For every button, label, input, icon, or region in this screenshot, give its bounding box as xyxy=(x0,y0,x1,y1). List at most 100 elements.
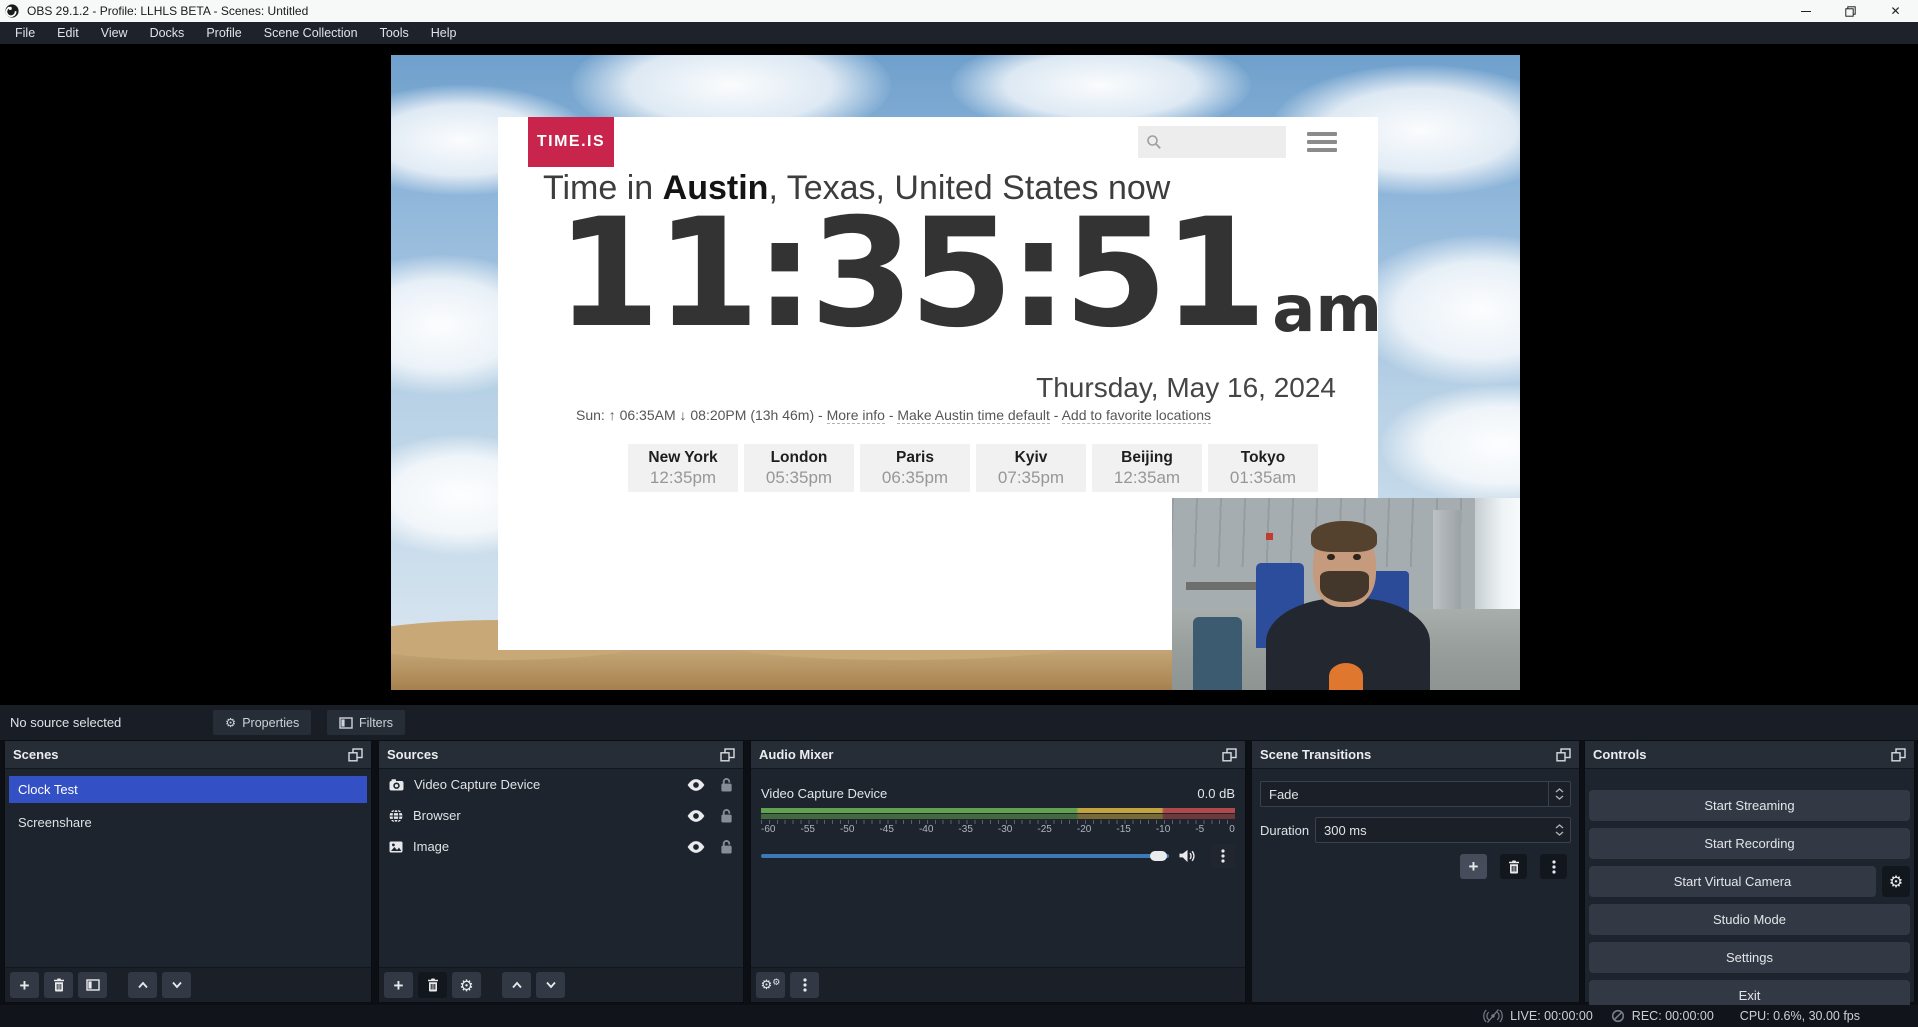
scene-item-screenshare[interactable]: Screenshare xyxy=(5,810,371,834)
obs-window: OBS 29.1.2 - Profile: LLHLS BETA - Scene… xyxy=(0,0,1918,1027)
virtual-camera-config-button[interactable]: ⚙ xyxy=(1882,866,1910,897)
kebab-menu-icon xyxy=(1552,860,1556,874)
tick: -10 xyxy=(1156,824,1170,835)
filters-button[interactable]: Filters xyxy=(327,710,405,735)
transition-select[interactable]: Fade xyxy=(1260,781,1571,807)
volume-slider[interactable] xyxy=(761,854,1169,858)
add-scene-button[interactable]: + xyxy=(10,972,39,998)
current-date: Thursday, May 16, 2024 xyxy=(1036,372,1336,404)
remove-source-button[interactable] xyxy=(418,972,447,998)
popout-icon[interactable] xyxy=(1891,748,1906,762)
settings-button[interactable]: Settings xyxy=(1589,942,1910,973)
world-clock-london[interactable]: London05:35pm xyxy=(744,444,854,492)
advanced-audio-button[interactable]: ⚙⚙ xyxy=(756,972,785,998)
visibility-eye-icon[interactable] xyxy=(686,778,706,792)
visibility-eye-icon[interactable] xyxy=(686,840,706,854)
menu-docks[interactable]: Docks xyxy=(139,22,196,44)
close-button[interactable]: ✕ xyxy=(1873,0,1918,22)
start-streaming-button[interactable]: Start Streaming xyxy=(1589,790,1910,821)
chevron-down-icon xyxy=(171,981,183,989)
mixer-channel-menu-button[interactable] xyxy=(1211,844,1235,868)
tick: -5 xyxy=(1195,824,1204,835)
mixer-channel-name: Video Capture Device xyxy=(761,786,887,801)
timeis-logo[interactable]: TIME.IS xyxy=(528,117,614,167)
restore-icon xyxy=(1845,6,1856,17)
transitions-header: Scene Transitions xyxy=(1252,741,1579,769)
webcam-tables xyxy=(1186,582,1256,590)
source-item-video-capture[interactable]: Video Capture Device xyxy=(379,769,743,800)
remove-scene-button[interactable] xyxy=(44,972,73,998)
menu-scene-collection[interactable]: Scene Collection xyxy=(253,22,369,44)
move-scene-down-button[interactable] xyxy=(162,972,191,998)
tick: -25 xyxy=(1037,824,1051,835)
volume-slider-handle[interactable] xyxy=(1150,851,1167,861)
controls-panel: Controls Start Streaming Start Recording… xyxy=(1584,740,1915,1003)
world-clock-beijing[interactable]: Beijing12:35am xyxy=(1092,444,1202,492)
duration-row: Duration 300 ms xyxy=(1260,817,1571,843)
scene-filters-button[interactable] xyxy=(78,972,107,998)
source-toolbar: No source selected ⚙ Properties Filters xyxy=(0,705,1918,740)
city-time: 01:35am xyxy=(1230,468,1296,488)
audio-mixer-panel: Audio Mixer Video Capture Device 0.0 dB … xyxy=(750,740,1246,1003)
separator: - xyxy=(1050,407,1062,423)
volume-slider-row xyxy=(751,844,1245,868)
remove-transition-button[interactable] xyxy=(1500,854,1527,879)
lock-icon[interactable] xyxy=(720,808,733,823)
world-clock-kyiv[interactable]: Kyiv07:35pm xyxy=(976,444,1086,492)
add-favorite-link[interactable]: Add to favorite locations xyxy=(1062,407,1211,424)
titlebar: OBS 29.1.2 - Profile: LLHLS BETA - Scene… xyxy=(0,0,1918,22)
world-clock-tokyo[interactable]: Tokyo01:35am xyxy=(1208,444,1318,492)
maximize-button[interactable] xyxy=(1828,0,1873,22)
make-default-link[interactable]: Make Austin time default xyxy=(897,407,1050,424)
timeis-search-box[interactable] xyxy=(1138,126,1286,158)
transition-select-arrows[interactable] xyxy=(1548,782,1570,806)
close-icon: ✕ xyxy=(1890,5,1900,17)
menu-edit[interactable]: Edit xyxy=(46,22,90,44)
menu-help[interactable]: Help xyxy=(420,22,468,44)
source-properties-button[interactable]: ⚙ xyxy=(452,972,481,998)
menu-tools[interactable]: Tools xyxy=(369,22,420,44)
more-info-link[interactable]: More info xyxy=(827,407,885,424)
popout-icon[interactable] xyxy=(1222,748,1237,762)
scene-item-clock-test[interactable]: Clock Test xyxy=(9,776,367,803)
minimize-button[interactable] xyxy=(1783,0,1828,22)
menu-profile[interactable]: Profile xyxy=(195,22,252,44)
preview-workspace[interactable]: TIME.IS Time in Austin, Texas, United St… xyxy=(0,44,1918,705)
separator: - xyxy=(885,407,897,423)
mixer-menu-button[interactable] xyxy=(790,972,819,998)
properties-button[interactable]: ⚙ Properties xyxy=(213,710,311,735)
add-source-button[interactable]: + xyxy=(384,972,413,998)
menu-view[interactable]: View xyxy=(90,22,139,44)
rec-timer: REC: 00:00:00 xyxy=(1632,1009,1714,1023)
search-icon xyxy=(1146,134,1162,150)
lock-icon[interactable] xyxy=(720,777,733,792)
world-clock-new-york[interactable]: New York12:35pm xyxy=(628,444,738,492)
popout-icon[interactable] xyxy=(348,748,363,762)
studio-mode-button[interactable]: Studio Mode xyxy=(1589,904,1910,935)
cpu-fps-stats: CPU: 0.6%, 30.00 fps xyxy=(1740,1009,1860,1023)
add-transition-button[interactable]: + xyxy=(1460,854,1487,879)
lock-icon[interactable] xyxy=(720,839,733,854)
popout-icon[interactable] xyxy=(720,748,735,762)
source-item-image[interactable]: Image xyxy=(379,831,743,862)
world-clock-paris[interactable]: Paris06:35pm xyxy=(860,444,970,492)
popout-icon[interactable] xyxy=(1556,748,1571,762)
duration-spin-arrows[interactable] xyxy=(1548,818,1570,842)
start-virtual-camera-button[interactable]: Start Virtual Camera xyxy=(1589,866,1876,897)
move-scene-up-button[interactable] xyxy=(128,972,157,998)
transitions-title: Scene Transitions xyxy=(1260,747,1371,762)
speaker-icon[interactable] xyxy=(1179,849,1197,863)
source-item-browser[interactable]: Browser xyxy=(379,800,743,831)
duration-input[interactable]: 300 ms xyxy=(1315,817,1571,843)
hamburger-menu-icon[interactable] xyxy=(1307,132,1337,152)
menu-file[interactable]: File xyxy=(4,22,46,44)
move-source-down-button[interactable] xyxy=(536,972,565,998)
program-preview[interactable]: TIME.IS Time in Austin, Texas, United St… xyxy=(391,55,1520,690)
scenes-header: Scenes xyxy=(5,741,371,769)
move-source-up-button[interactable] xyxy=(502,972,531,998)
webcam-source[interactable] xyxy=(1172,498,1520,690)
live-status: LIVE: 00:00:00 xyxy=(1483,1009,1593,1023)
transition-properties-button[interactable] xyxy=(1540,854,1567,879)
visibility-eye-icon[interactable] xyxy=(686,809,706,823)
start-recording-button[interactable]: Start Recording xyxy=(1589,828,1910,859)
